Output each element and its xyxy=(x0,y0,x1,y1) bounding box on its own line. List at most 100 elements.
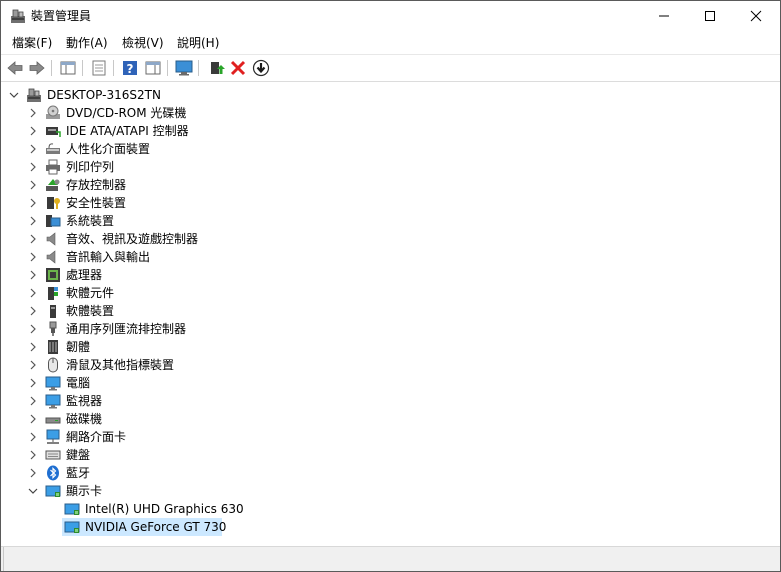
tree-item-label: 網路介面卡 xyxy=(66,430,127,444)
forward-button[interactable] xyxy=(28,59,46,77)
tree-item-firmware[interactable]: 韌體 xyxy=(1,338,780,356)
status-bar xyxy=(1,546,780,571)
chevron-right-icon[interactable] xyxy=(26,142,40,156)
menu-bar: 檔案(F) 動作(A) 檢視(V) 說明(H) xyxy=(1,32,780,54)
tree-item-intel-uhd-630[interactable]: Intel(R) UHD Graphics 630 xyxy=(1,500,780,518)
menu-help[interactable]: 說明(H) xyxy=(174,35,222,51)
tree-item-disk-drives[interactable]: 磁碟機 xyxy=(1,410,780,428)
chevron-right-icon[interactable] xyxy=(26,196,40,210)
tree-item-label: NVIDIA GeForce GT 730 xyxy=(85,520,227,534)
tree-item-dvd-cdrom[interactable]: DVD/CD-ROM 光碟機 xyxy=(1,104,780,122)
tree-item-label: 安全性裝置 xyxy=(66,196,127,210)
scan-hardware-button[interactable] xyxy=(175,59,193,77)
tree-item-label: IDE ATA/ATAPI 控制器 xyxy=(66,124,189,138)
console-tree-icon xyxy=(60,61,76,75)
chevron-right-icon[interactable] xyxy=(26,268,40,282)
menu-view[interactable]: 檢視(V) xyxy=(119,35,167,51)
tree-item-computer[interactable]: 電腦 xyxy=(1,374,780,392)
tree-item-bluetooth[interactable]: 藍牙 xyxy=(1,464,780,482)
tree-item-keyboards[interactable]: 鍵盤 xyxy=(1,446,780,464)
chevron-right-icon[interactable] xyxy=(26,430,40,444)
menu-file[interactable]: 檔案(F) xyxy=(9,35,55,51)
tree-item-hid[interactable]: 人性化介面裝置 xyxy=(1,140,780,158)
device-tree[interactable]: DESKTOP-316S2TN DVD/CD-ROM 光碟機 IDE ATA/A… xyxy=(1,82,780,547)
tree-item-label: 韌體 xyxy=(66,340,91,354)
properties-button[interactable] xyxy=(90,59,108,77)
chevron-right-icon[interactable] xyxy=(26,466,40,480)
tree-item-software-components[interactable]: 軟體元件 xyxy=(1,284,780,302)
tree-item-network-adapters[interactable]: 網路介面卡 xyxy=(1,428,780,446)
tree-item-system-devices[interactable]: 系統裝置 xyxy=(1,212,780,230)
tree-item-software-devices[interactable]: 軟體裝置 xyxy=(1,302,780,320)
help-button[interactable]: ? xyxy=(121,59,139,77)
chevron-right-icon[interactable] xyxy=(26,232,40,246)
tree-item-mice[interactable]: 滑鼠及其他指標裝置 xyxy=(1,356,780,374)
tree-item-usb-controllers[interactable]: 通用序列匯流排控制器 xyxy=(1,320,780,338)
tree-root[interactable]: DESKTOP-316S2TN xyxy=(1,86,780,104)
speaker-icon xyxy=(46,232,56,246)
chevron-right-icon[interactable] xyxy=(26,106,40,120)
tree-root-label: DESKTOP-316S2TN xyxy=(47,88,161,102)
tree-item-security-devices[interactable]: 安全性裝置 xyxy=(1,194,780,212)
chevron-down-icon[interactable] xyxy=(26,484,40,498)
close-button[interactable] xyxy=(733,1,779,31)
action-pane-button[interactable] xyxy=(144,59,162,77)
toolbar-separator xyxy=(167,60,168,76)
chevron-right-icon[interactable] xyxy=(26,412,40,426)
chevron-right-icon[interactable] xyxy=(26,394,40,408)
chevron-right-icon[interactable] xyxy=(26,304,40,318)
tree-item-label: 處理器 xyxy=(66,268,103,282)
chevron-right-icon[interactable] xyxy=(26,340,40,354)
tree-item-processors[interactable]: 處理器 xyxy=(1,266,780,284)
menu-action[interactable]: 動作(A) xyxy=(63,35,111,51)
maximize-icon xyxy=(705,11,715,21)
show-hide-console-tree-button[interactable] xyxy=(59,59,77,77)
toolbar-separator xyxy=(113,60,114,76)
uninstall-device-button[interactable] xyxy=(229,59,247,77)
chevron-right-icon[interactable] xyxy=(26,250,40,264)
tree-item-label: DVD/CD-ROM 光碟機 xyxy=(66,106,187,120)
back-button[interactable] xyxy=(6,59,24,77)
monitor-icon xyxy=(45,376,61,391)
arrow-left-icon xyxy=(7,61,23,75)
tree-item-sound-video-game[interactable]: 音效、視訊及遊戲控制器 xyxy=(1,230,780,248)
chevron-right-icon[interactable] xyxy=(26,160,40,174)
tree-item-nvidia-gt-730[interactable]: NVIDIA GeForce GT 730 xyxy=(1,518,780,536)
chevron-right-icon[interactable] xyxy=(26,124,40,138)
update-driver-button[interactable] xyxy=(207,59,225,77)
chevron-right-icon[interactable] xyxy=(26,214,40,228)
chevron-right-icon[interactable] xyxy=(26,376,40,390)
tree-item-print-queues[interactable]: 列印佇列 xyxy=(1,158,780,176)
properties-icon xyxy=(92,60,106,76)
maximize-button[interactable] xyxy=(687,1,733,31)
minimize-button[interactable] xyxy=(641,1,687,31)
tree-item-monitors[interactable]: 監視器 xyxy=(1,392,780,410)
keyboard-icon xyxy=(45,450,61,460)
title-bar[interactable]: 裝置管理員 xyxy=(1,1,780,31)
tree-item-audio-io[interactable]: 音訊輸入與輸出 xyxy=(1,248,780,266)
chevron-right-icon[interactable] xyxy=(26,358,40,372)
chevron-right-icon[interactable] xyxy=(26,286,40,300)
chevron-down-icon[interactable] xyxy=(7,88,21,102)
tree-item-storage-controllers[interactable]: 存放控制器 xyxy=(1,176,780,194)
system-device-icon xyxy=(46,215,61,227)
chevron-right-icon[interactable] xyxy=(26,448,40,462)
monitor-scan-icon xyxy=(175,60,193,76)
storage-controller-icon xyxy=(46,179,60,191)
chevron-right-icon[interactable] xyxy=(26,178,40,192)
tree-item-label: 音訊輸入與輸出 xyxy=(66,250,151,264)
device-manager-window: 裝置管理員 檔案(F) 動作(A) 檢視(V) 說明(H) ? DESKTOP-… xyxy=(0,0,781,572)
svg-text:?: ? xyxy=(127,62,134,76)
tree-item-label: 存放控制器 xyxy=(66,178,127,192)
minimize-icon xyxy=(659,15,669,17)
tree-item-label: 人性化介面裝置 xyxy=(66,142,151,156)
toolbar-separator xyxy=(198,60,199,76)
tree-item-label: Intel(R) UHD Graphics 630 xyxy=(85,502,244,516)
arrow-right-icon xyxy=(29,61,45,75)
speaker-icon xyxy=(46,250,56,264)
disable-device-button[interactable] xyxy=(252,59,270,77)
tree-item-ide-controller[interactable]: IDE ATA/ATAPI 控制器 xyxy=(1,122,780,140)
chevron-right-icon[interactable] xyxy=(26,322,40,336)
tree-item-display-adapters[interactable]: 顯示卡 xyxy=(1,482,780,500)
display-adapter-icon xyxy=(64,503,80,515)
